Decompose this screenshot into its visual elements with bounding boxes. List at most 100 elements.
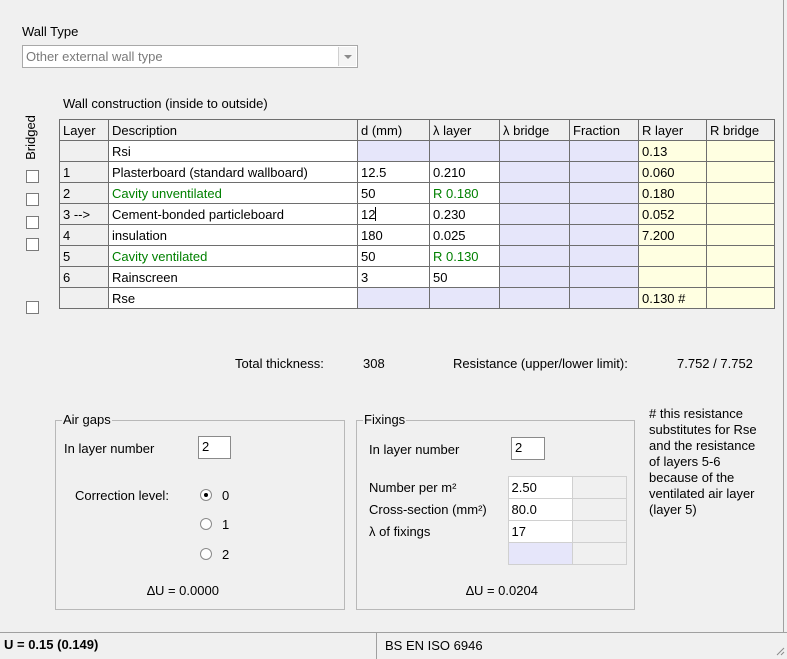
lambda-bridge-cell[interactable] bbox=[499, 203, 570, 225]
lambda-cell bbox=[429, 287, 500, 309]
r-bridge-cell bbox=[706, 287, 775, 309]
layer-number[interactable]: 6 bbox=[59, 266, 109, 288]
lambda-bridge-cell[interactable] bbox=[499, 266, 570, 288]
air-gap-layer-label: In layer number bbox=[64, 441, 155, 456]
correction-option-1-label[interactable]: 1 bbox=[222, 517, 229, 532]
thickness-cell bbox=[357, 287, 430, 309]
thickness-cell[interactable]: 3 bbox=[357, 266, 430, 288]
bridged-checkbox-layer-4[interactable] bbox=[26, 238, 39, 251]
lambda-fixings-label: λ of fixings bbox=[369, 524, 431, 539]
layer-number[interactable]: 1 bbox=[59, 161, 109, 183]
cross-section-label: Cross-section (mm²) bbox=[369, 502, 487, 517]
layer-description[interactable]: Cavity ventilated bbox=[108, 245, 358, 267]
table-row[interactable]: 4 insulation 180 0.025 7.200 bbox=[59, 224, 775, 246]
lambda-fixings-input[interactable]: 17 bbox=[507, 520, 573, 543]
wall-type-dropdown[interactable]: Other external wall type bbox=[22, 45, 358, 68]
correction-option-0-label[interactable]: 0 bbox=[222, 488, 229, 503]
layers-table: Layer Description d (mm) λ layer λ bridg… bbox=[59, 119, 775, 309]
thickness-cell[interactable]: 50 bbox=[357, 182, 430, 204]
lambda-cell[interactable]: 50 bbox=[429, 266, 500, 288]
r-layer-cell: 0.13 bbox=[638, 140, 707, 162]
thickness-cell[interactable]: 50 bbox=[357, 245, 430, 267]
r-layer-cell: 7.200 bbox=[638, 224, 707, 246]
lambda-bridge-cell bbox=[499, 140, 570, 162]
layer-description: Rsi bbox=[108, 140, 358, 162]
table-row[interactable]: 3 --> Cement-bonded particleboard 12 0.2… bbox=[59, 203, 775, 225]
thickness-cell-editing[interactable]: 12 bbox=[357, 203, 430, 225]
r-bridge-cell bbox=[706, 161, 775, 183]
fraction-cell[interactable] bbox=[569, 245, 639, 267]
r-layer-cell: 0.130 # bbox=[638, 287, 707, 309]
lambda-cell[interactable]: 0.210 bbox=[429, 161, 500, 183]
fraction-cell[interactable] bbox=[569, 182, 639, 204]
bridged-checkbox-layer-2[interactable] bbox=[26, 193, 39, 206]
fixings-title: Fixings bbox=[363, 412, 407, 427]
chevron-down-icon[interactable] bbox=[338, 47, 356, 66]
number-per-m2-input[interactable]: 2.50 bbox=[507, 476, 573, 499]
r-layer-cell bbox=[638, 245, 707, 267]
layer-description[interactable]: Cement-bonded particleboard bbox=[108, 203, 358, 225]
air-gap-layer-input[interactable]: 2 bbox=[198, 436, 231, 459]
layer-number bbox=[59, 287, 109, 309]
resistance-value: 7.752 / 7.752 bbox=[677, 356, 753, 371]
r-bridge-cell bbox=[706, 266, 775, 288]
correction-radio-1[interactable] bbox=[200, 518, 212, 530]
fraction-cell[interactable] bbox=[569, 203, 639, 225]
fixings-layer-input[interactable]: 2 bbox=[511, 437, 545, 460]
lambda-cell[interactable]: R 0.180 bbox=[429, 182, 500, 204]
fraction-cell bbox=[569, 287, 639, 309]
bridged-checkbox-layer-1[interactable] bbox=[26, 170, 39, 183]
fraction-cell bbox=[569, 140, 639, 162]
construction-title: Wall construction (inside to outside) bbox=[63, 96, 268, 111]
standard-text: BS EN ISO 6946 bbox=[385, 638, 483, 653]
thickness-cell[interactable]: 180 bbox=[357, 224, 430, 246]
fraction-cell[interactable] bbox=[569, 161, 639, 183]
table-row[interactable]: 2 Cavity unventilated 50 R 0.180 0.180 bbox=[59, 182, 775, 204]
r-bridge-cell bbox=[706, 224, 775, 246]
table-row: Rse 0.130 # bbox=[59, 287, 775, 309]
status-standard-panel: BS EN ISO 6946 bbox=[376, 632, 787, 659]
fixings-table: Number per m² 2.50 Cross-section (mm²) 8… bbox=[366, 476, 627, 565]
bridged-checkbox-layer-6[interactable] bbox=[26, 301, 39, 314]
u-value-text: U = 0.15 (0.149) bbox=[4, 637, 99, 652]
layer-number[interactable]: 3 --> bbox=[59, 203, 109, 225]
lambda-bridge-cell bbox=[499, 287, 570, 309]
ventilated-layer-note: # this resistance substitutes for Rse an… bbox=[649, 406, 757, 517]
thickness-cell bbox=[357, 140, 430, 162]
correction-radio-2[interactable] bbox=[200, 548, 212, 560]
layer-description[interactable]: Rainscreen bbox=[108, 266, 358, 288]
layer-number[interactable]: 2 bbox=[59, 182, 109, 204]
lambda-bridge-cell[interactable] bbox=[499, 182, 570, 204]
correction-option-2-label[interactable]: 2 bbox=[222, 547, 229, 562]
lambda-bridge-cell[interactable] bbox=[499, 161, 570, 183]
thickness-cell[interactable]: 12.5 bbox=[357, 161, 430, 183]
fraction-cell[interactable] bbox=[569, 224, 639, 246]
layer-description[interactable]: Plasterboard (standard wallboard) bbox=[108, 161, 358, 183]
resize-grip-icon[interactable] bbox=[775, 646, 785, 656]
lambda-bridge-cell[interactable] bbox=[499, 245, 570, 267]
lambda-bridge-cell[interactable] bbox=[499, 224, 570, 246]
bridged-checkbox-layer-3[interactable] bbox=[26, 216, 39, 229]
table-row[interactable]: 6 Rainscreen 3 50 bbox=[59, 266, 775, 288]
r-bridge-cell bbox=[706, 203, 775, 225]
r-bridge-cell bbox=[706, 182, 775, 204]
layer-description[interactable]: insulation bbox=[108, 224, 358, 246]
layer-number[interactable]: 4 bbox=[59, 224, 109, 246]
lambda-cell[interactable]: 0.230 bbox=[429, 203, 500, 225]
correction-radio-0[interactable] bbox=[200, 489, 212, 501]
wall-type-label: Wall Type bbox=[22, 24, 79, 39]
fraction-cell[interactable] bbox=[569, 266, 639, 288]
column-header: d (mm) bbox=[357, 119, 430, 141]
layer-description[interactable]: Cavity unventilated bbox=[108, 182, 358, 204]
table-row[interactable]: 1 Plasterboard (standard wallboard) 12.5… bbox=[59, 161, 775, 183]
layer-number[interactable]: 5 bbox=[59, 245, 109, 267]
r-layer-cell: 0.052 bbox=[638, 203, 707, 225]
cross-section-input[interactable]: 80.0 bbox=[507, 498, 573, 521]
lambda-cell[interactable]: 0.025 bbox=[429, 224, 500, 246]
column-header: R layer bbox=[638, 119, 707, 141]
table-row[interactable]: 5 Cavity ventilated 50 R 0.130 bbox=[59, 245, 775, 267]
r-layer-cell bbox=[638, 266, 707, 288]
correction-level-label: Correction level: bbox=[75, 488, 169, 503]
wall-type-value: Other external wall type bbox=[26, 49, 163, 64]
lambda-cell[interactable]: R 0.130 bbox=[429, 245, 500, 267]
